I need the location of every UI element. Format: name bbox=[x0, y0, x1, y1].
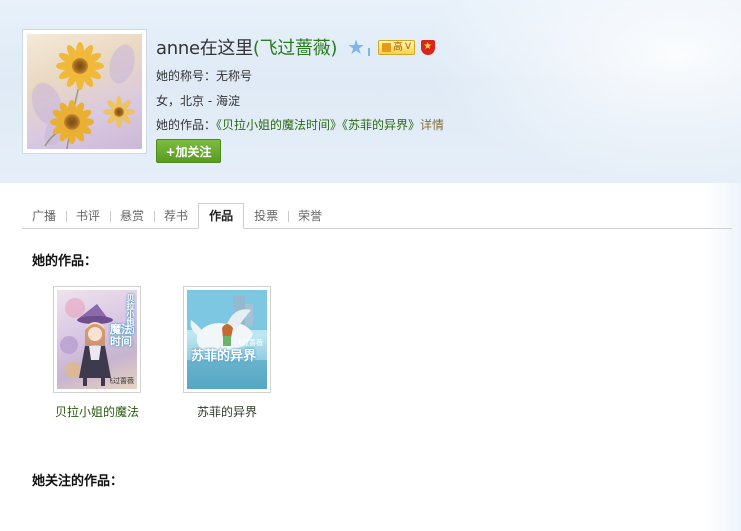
tab-works[interactable]: 作品 bbox=[198, 203, 245, 229]
level-badge-arrow: V bbox=[405, 41, 412, 52]
tab-broadcast[interactable]: 广播 bbox=[22, 204, 66, 228]
work-link-1[interactable]: 《贝拉小姐的魔法时间》 bbox=[216, 118, 342, 132]
signal-bar-icon bbox=[368, 48, 371, 56]
tab-votes[interactable]: 投票 bbox=[244, 204, 288, 228]
vip-shield-icon[interactable] bbox=[421, 39, 436, 55]
book-cover-bella: 贝拉小姐的 魔法时间 飞过蔷薇 bbox=[57, 290, 137, 389]
level-badge[interactable]: 高 V bbox=[378, 39, 416, 55]
avatar-image bbox=[27, 34, 142, 149]
cover-text-title: 魔法时间 bbox=[110, 323, 132, 348]
follow-button[interactable]: +加关注 bbox=[156, 139, 221, 163]
title-value: 无称号 bbox=[216, 69, 253, 83]
work-link-2[interactable]: 《苏菲的异界》 bbox=[342, 118, 420, 132]
book-item[interactable]: 苏菲的异界 飞过蔷薇 苏菲的异界 bbox=[183, 286, 271, 420]
cover-author: 飞过蔷薇 bbox=[235, 339, 263, 347]
tab-bounty[interactable]: 悬赏 bbox=[110, 204, 154, 228]
book-cover-frame[interactable]: 贝拉小姐的 魔法时间 飞过蔷薇 bbox=[53, 286, 141, 393]
user-name-paren-open: ( bbox=[252, 38, 260, 59]
level-badge-label: 高 bbox=[393, 41, 404, 53]
tab-reviews[interactable]: 书评 bbox=[66, 204, 110, 228]
user-name[interactable]: anne在这里(飞过蔷薇) bbox=[156, 34, 337, 60]
avatar[interactable] bbox=[22, 29, 147, 154]
tab-honors[interactable]: 荣誉 bbox=[288, 204, 332, 228]
more-link[interactable]: 详情 bbox=[420, 118, 444, 132]
user-name-row: anne在这里(飞过蔷薇) ★ 高 V bbox=[156, 34, 436, 60]
book-cover-sophie: 苏菲的异界 飞过蔷薇 bbox=[187, 290, 267, 389]
book-title[interactable]: 苏菲的异界 bbox=[183, 403, 271, 420]
works-line: 她的作品：《贝拉小姐的魔法时间》《苏菲的异界》详情 bbox=[156, 116, 444, 133]
book-cover-frame[interactable]: 苏菲的异界 飞过蔷薇 bbox=[183, 286, 271, 393]
title-line: 她的称号：无称号 bbox=[156, 67, 252, 84]
book-title[interactable]: 贝拉小姐的魔法 bbox=[53, 403, 141, 420]
profile-tabs: 广播 书评 悬赏 荐书 作品 投票 荣誉 bbox=[22, 203, 732, 229]
user-name-main: anne在这里 bbox=[156, 38, 253, 59]
works-section-title: 她的作品： bbox=[32, 254, 98, 269]
book-item[interactable]: 贝拉小姐的 魔法时间 飞过蔷薇 贝拉小姐的魔法 bbox=[53, 286, 141, 420]
sunflower-artwork bbox=[31, 42, 135, 149]
cover-text-title: 苏菲的异界 bbox=[191, 349, 257, 364]
level-icon bbox=[382, 42, 392, 52]
star-icon[interactable]: ★ bbox=[347, 37, 365, 57]
user-name-suffix: 飞过蔷薇 bbox=[259, 38, 331, 59]
followed-section-title: 她关注的作品： bbox=[32, 474, 124, 489]
header-glow bbox=[420, 0, 741, 183]
cover-author: 飞过蔷薇 bbox=[106, 377, 134, 385]
works-label: 她的作品： bbox=[156, 118, 217, 132]
title-label: 她的称号： bbox=[156, 69, 217, 83]
user-name-paren-close: ) bbox=[330, 38, 338, 59]
gender-location: 女，北京 - 海淀 bbox=[156, 94, 240, 108]
tab-recommend[interactable]: 荐书 bbox=[154, 204, 198, 228]
